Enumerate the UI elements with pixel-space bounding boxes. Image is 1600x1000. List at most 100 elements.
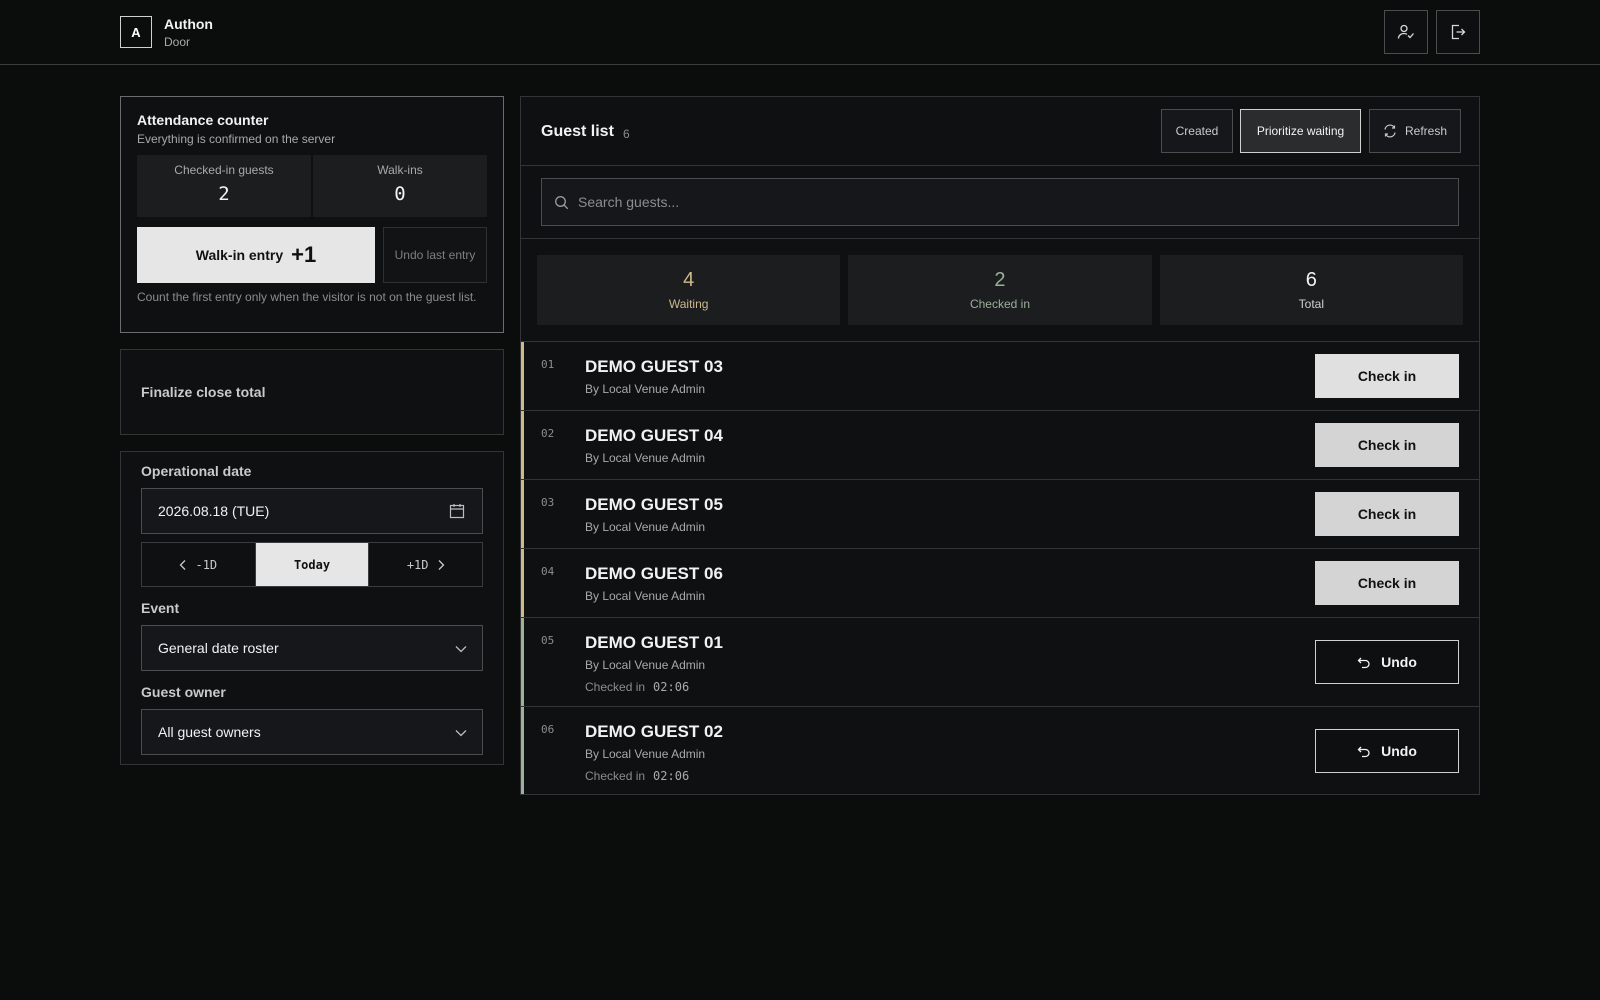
undo-last-entry-button[interactable]: Undo last entry [383, 227, 487, 283]
row-number: 03 [541, 496, 555, 509]
chevron-down-icon [455, 646, 467, 653]
undo-icon [1357, 657, 1370, 669]
guest-owner-select[interactable]: All guest owners [141, 709, 483, 755]
guest-name: DEMO GUEST 06 [585, 564, 723, 583]
total-label: Total [1298, 297, 1324, 311]
row-number: 01 [541, 358, 555, 371]
checked-in-prefix: Checked in [585, 769, 646, 783]
checked-in-prefix: Checked in [585, 680, 646, 694]
attendance-counter-panel: Attendance counter Everything is confirm… [120, 96, 504, 333]
waiting-summary: 4 Waiting [537, 255, 841, 325]
status-bar [521, 342, 524, 410]
status-bar [521, 618, 524, 706]
guest-list-panel: Guest list 6 Created Prioritize waiting … [520, 96, 1480, 795]
refresh-button[interactable]: Refresh [1369, 109, 1461, 153]
checked-in-label: Checked-in guests [174, 163, 274, 177]
checked-in-time: 02:06 [653, 769, 690, 783]
guest-name: DEMO GUEST 02 [585, 722, 723, 741]
guest-owner: By Local Venue Admin [585, 520, 706, 534]
attendance-title: Attendance counter [137, 112, 269, 128]
refresh-icon [1384, 124, 1396, 138]
app-logo: A [120, 16, 152, 48]
walk-in-entry-button[interactable]: Walk-in entry +1 [137, 227, 375, 283]
status-bar [521, 549, 524, 617]
status-bar [521, 707, 524, 794]
table-row: 06 DEMO GUEST 02 By Local Venue Admin Ch… [521, 706, 1479, 795]
status-bar [521, 480, 524, 548]
table-row: 05 DEMO GUEST 01 By Local Venue Admin Ch… [521, 617, 1479, 706]
checked-in-time: 02:06 [653, 680, 690, 694]
next-day-button[interactable]: +1D [369, 543, 482, 586]
sort-created-button[interactable]: Created [1161, 109, 1233, 153]
operational-date-input[interactable]: 2026.08.18 (TUE) [141, 488, 483, 534]
guest-list-title: Guest list [541, 123, 614, 140]
walkins-stat: Walk-ins 0 [313, 155, 487, 217]
user-check-button[interactable] [1384, 10, 1428, 54]
today-button[interactable]: Today [255, 543, 370, 586]
row-number: 06 [541, 723, 555, 736]
guest-summary: 4 Waiting 2 Checked in 6 Total [537, 255, 1463, 325]
guest-owner-label: Guest owner [141, 684, 226, 700]
checked-in-count: 2 [994, 269, 1006, 291]
undo-icon [1357, 746, 1370, 758]
attendance-note: Count the first entry only when the visi… [137, 290, 477, 304]
user-check-icon [1397, 24, 1414, 39]
filters-panel: Operational date 2026.08.18 (TUE) -1D To… [120, 451, 504, 765]
logout-button[interactable] [1436, 10, 1480, 54]
undo-button[interactable]: Undo [1315, 640, 1459, 684]
guest-owner: By Local Venue Admin [585, 589, 706, 603]
check-in-button[interactable]: Check in [1315, 492, 1459, 536]
attendance-subtitle: Everything is confirmed on the server [137, 132, 336, 146]
checked-in-stat: Checked-in guests 2 [137, 155, 311, 217]
operational-date-label: Operational date [141, 463, 252, 479]
event-value: General date roster [158, 640, 279, 656]
sort-prioritize-waiting-button[interactable]: Prioritize waiting [1240, 109, 1361, 153]
walk-in-entry-label: Walk-in entry [195, 247, 284, 263]
table-row: 03 DEMO GUEST 05 By Local Venue Admin Ch… [521, 479, 1479, 548]
search-icon [555, 196, 569, 210]
waiting-label: Waiting [668, 297, 709, 311]
app-name: Authon [164, 16, 213, 32]
check-in-button[interactable]: Check in [1315, 423, 1459, 467]
waiting-count: 4 [683, 269, 695, 291]
guest-name: DEMO GUEST 01 [585, 633, 723, 652]
row-number: 04 [541, 565, 555, 578]
checked-in-summary-label: Checked in [969, 297, 1031, 311]
search-area [521, 166, 1479, 239]
table-row: 01 DEMO GUEST 03 By Local Venue Admin Ch… [521, 341, 1479, 410]
chevron-left-icon [180, 559, 186, 570]
chevron-right-icon [438, 559, 444, 570]
guest-owner: By Local Venue Admin [585, 658, 706, 672]
undo-button[interactable]: Undo [1315, 729, 1459, 773]
finalize-close-total-button[interactable]: Finalize close total [120, 349, 504, 435]
walkins-value: 0 [394, 183, 406, 205]
day-navigation: -1D Today +1D [141, 542, 483, 587]
refresh-label: Refresh [1404, 124, 1448, 138]
guest-owner: By Local Venue Admin [585, 451, 706, 465]
search-box [541, 178, 1459, 226]
top-bar: A Authon Door [0, 0, 1600, 65]
next-day-label: +1D [406, 557, 429, 572]
guest-list-header: Guest list 6 Created Prioritize waiting … [521, 97, 1479, 166]
checked-in-info: Checked in 02:06 [585, 680, 689, 694]
operational-date-value: 2026.08.18 (TUE) [158, 503, 270, 519]
total-count: 6 [1305, 269, 1317, 291]
previous-day-button[interactable]: -1D [142, 543, 256, 586]
chevron-down-icon [455, 730, 467, 737]
guest-owner: By Local Venue Admin [585, 747, 706, 761]
guest-name: DEMO GUEST 03 [585, 357, 723, 376]
row-number: 05 [541, 634, 555, 647]
status-bar [521, 411, 524, 479]
attendance-stats: Checked-in guests 2 Walk-ins 0 [137, 155, 487, 217]
guest-owner: By Local Venue Admin [585, 382, 706, 396]
check-in-button[interactable]: Check in [1315, 354, 1459, 398]
walkins-label: Walk-ins [377, 163, 423, 177]
previous-day-label: -1D [195, 557, 218, 572]
guest-owner-value: All guest owners [158, 724, 261, 740]
event-select[interactable]: General date roster [141, 625, 483, 671]
check-in-button[interactable]: Check in [1315, 561, 1459, 605]
search-input[interactable] [578, 194, 1458, 210]
guest-name: DEMO GUEST 04 [585, 426, 723, 445]
total-summary: 6 Total [1159, 255, 1463, 325]
guest-rows: 01 DEMO GUEST 03 By Local Venue Admin Ch… [521, 341, 1479, 795]
